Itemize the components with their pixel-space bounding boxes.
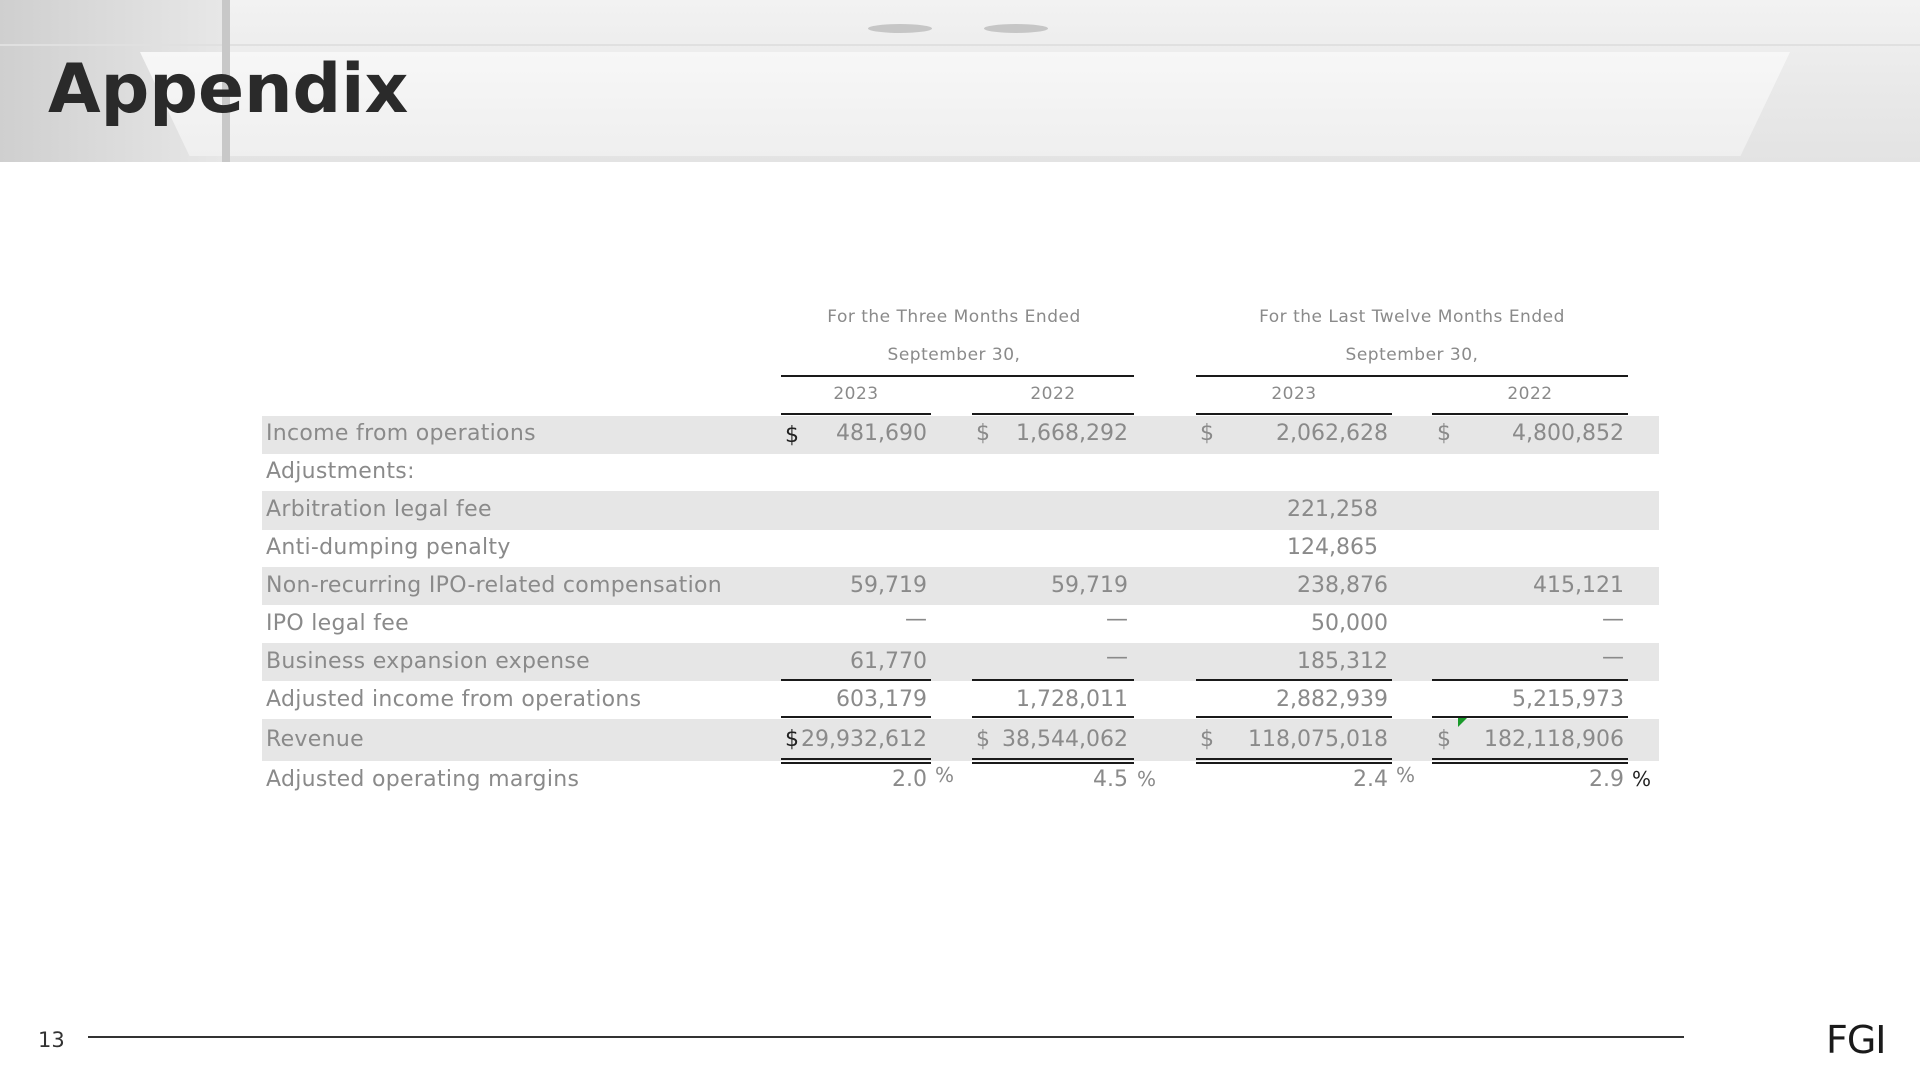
year-header: 2022 [1507,384,1553,404]
row-label-arbitration-legal-fee: Arbitration legal fee [266,497,492,522]
comment-marker [1458,718,1467,727]
table-cell: 1,728,011 [1016,687,1128,712]
group-header-three-months-date: September 30, [887,345,1021,365]
page-number: 13 [38,1028,65,1052]
double-rule [972,758,1134,760]
percent-sign: % [935,763,955,787]
total-rule [972,716,1134,718]
double-rule [1432,758,1628,760]
year-header: 2023 [1271,384,1317,404]
year-header: 2023 [833,384,879,404]
row-label-ipo-compensation: Non-recurring IPO-related compensation [266,573,722,598]
group-rule [781,375,1134,377]
table-cell: 29,932,612 [801,727,927,752]
percent-sign: % [1632,767,1652,791]
table-cell: 182,118,906 [1484,727,1624,752]
group-header-three-months: For the Three Months Ended [827,307,1081,327]
table-cell: 221,258 [1287,497,1378,522]
financial-table: For the Three Months Ended September 30,… [0,0,1920,1080]
footer-rule [88,1036,1684,1038]
year-rule [781,413,931,415]
double-rule [781,762,931,764]
table-cell: 2.4 [1353,767,1388,792]
subtotal-rule [972,679,1134,681]
dollar-sign: $ [1200,421,1214,446]
table-cell: 2.9 [1589,767,1624,792]
dollar-sign: $ [1437,421,1451,446]
group-rule [1196,375,1628,377]
table-cell: 185,312 [1297,649,1388,674]
table-cell: 4.5 [1093,767,1128,792]
table-cell: 38,544,062 [1002,727,1128,752]
table-cell: 481,690 [836,421,927,446]
dollar-sign: $ [1437,727,1451,752]
year-rule [972,413,1134,415]
double-rule [972,762,1134,764]
table-cell: — [1602,607,1624,632]
table-cell: 50,000 [1311,611,1388,636]
table-cell: 1,668,292 [1016,421,1128,446]
table-cell: 61,770 [850,649,927,674]
row-label-adjustments: Adjustments: [266,459,415,484]
table-cell: — [905,607,927,632]
double-rule [1196,758,1392,760]
table-cell: 4,800,852 [1512,421,1624,446]
dollar-sign: $ [976,727,990,752]
table-cell: 124,865 [1287,535,1378,560]
table-cell: 238,876 [1297,573,1388,598]
row-label-ipo-legal-fee: IPO legal fee [266,611,409,636]
subtotal-rule [781,679,931,681]
total-rule [781,716,931,718]
group-header-twelve-months: For the Last Twelve Months Ended [1259,307,1565,327]
dollar-sign: $ [1200,727,1214,752]
row-label-adjusted-income: Adjusted income from operations [266,687,642,712]
company-logo: FGI [1826,1018,1887,1062]
double-rule [1432,762,1628,764]
table-cell: 118,075,018 [1248,727,1388,752]
year-header: 2022 [1030,384,1076,404]
row-label-adjusted-operating-margins: Adjusted operating margins [266,767,580,792]
table-cell: 415,121 [1533,573,1624,598]
dollar-sign: $ [785,727,799,752]
row-label-anti-dumping-penalty: Anti-dumping penalty [266,535,511,560]
double-rule [1196,762,1392,764]
subtotal-rule [1196,679,1392,681]
table-cell: 59,719 [1051,573,1128,598]
row-label-revenue: Revenue [266,727,364,752]
table-cell: 2,882,939 [1276,687,1388,712]
table-cell: — [1106,607,1128,632]
table-cell: 59,719 [850,573,927,598]
percent-sign: % [1137,767,1157,791]
year-rule [1196,413,1392,415]
table-cell: — [1106,645,1128,670]
year-rule [1432,413,1628,415]
total-rule [1196,716,1392,718]
table-cell: 2,062,628 [1276,421,1388,446]
subtotal-rule [1432,679,1628,681]
double-rule [781,758,931,760]
group-header-twelve-months-date: September 30, [1345,345,1479,365]
row-label-business-expansion: Business expansion expense [266,649,590,674]
table-cell: 2.0 [892,767,927,792]
table-cell: — [1602,645,1624,670]
row-label-income-from-operations: Income from operations [266,421,536,446]
table-cell: 603,179 [836,687,927,712]
dollar-sign: $ [785,423,799,448]
table-cell: 5,215,973 [1512,687,1624,712]
percent-sign: % [1396,763,1416,787]
dollar-sign: $ [976,421,990,446]
